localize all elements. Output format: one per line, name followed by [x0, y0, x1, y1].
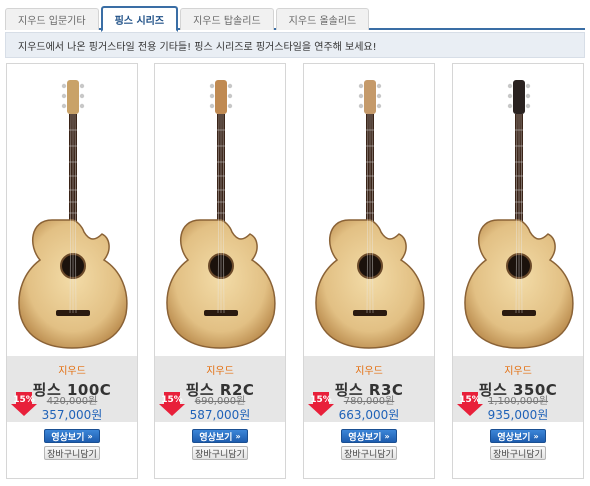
product-image-box[interactable] — [304, 64, 434, 356]
video-button[interactable]: 영상보기 » — [44, 429, 100, 443]
price-block: 780,000원 663,000원 — [304, 396, 434, 423]
original-price: 780,000원 — [343, 396, 395, 407]
product-brand: 지우드 — [504, 366, 532, 377]
product-card[interactable]: 지우드 핑스 R2C 15% 690,000원 587,000원 영상보기 » … — [154, 63, 286, 479]
product-list: 지우드 핑스 100C 15% 420,000원 357,000원 영상보기 »… — [6, 63, 584, 479]
cart-button-label: 장바구니담기 — [47, 449, 97, 460]
product-card[interactable]: 지우드 핑스 R3C 15% 780,000원 663,000원 영상보기 » … — [303, 63, 435, 479]
product-info: 지우드 핑스 100C 15% 420,000원 357,000원 — [7, 356, 137, 422]
product-brand: 지우드 — [355, 366, 383, 377]
product-image-box[interactable] — [453, 64, 583, 356]
product-card[interactable]: 지우드 핑스 350C 15% 1,100,000원 935,000원 영상보기… — [452, 63, 584, 479]
price-block: 1,100,000원 935,000원 — [453, 396, 583, 423]
add-to-cart-button[interactable]: 장바구니담기 — [490, 446, 546, 460]
original-price: 690,000원 — [194, 396, 246, 407]
product-info: 지우드 핑스 350C 15% 1,100,000원 935,000원 — [453, 356, 583, 422]
cart-button-label: 장바구니담기 — [493, 449, 543, 460]
video-button-label: 영상보기 — [497, 432, 531, 443]
sale-price: 587,000원 — [189, 408, 251, 422]
add-to-cart-button[interactable]: 장바구니담기 — [341, 446, 397, 460]
guitar-image[interactable] — [160, 70, 280, 350]
sale-price: 935,000원 — [487, 408, 549, 422]
product-info: 지우드 핑스 R2C 15% 690,000원 587,000원 — [155, 356, 285, 422]
product-image-box[interactable] — [7, 64, 137, 356]
guitar-image[interactable] — [458, 70, 578, 350]
tab-bar: 지우드 입문기타 핑스 시리즈 지우드 탑솔리드 지우드 올솔리드 — [5, 6, 585, 32]
video-button-label: 영상보기 — [348, 432, 382, 443]
double-chevron-right-icon: » — [384, 431, 390, 441]
video-button-label: 영상보기 — [51, 432, 85, 443]
cart-button-label: 장바구니담기 — [344, 449, 394, 460]
sale-price: 357,000원 — [41, 408, 103, 422]
product-actions: 영상보기 » 장바구니담기 — [453, 429, 583, 460]
price-block: 420,000원 357,000원 — [7, 396, 137, 423]
notice-text: 지우드에서 나온 핑거스타일 전용 기타들! 핑스 시리즈로 핑거스타일을 연주… — [18, 41, 377, 53]
video-button-label: 영상보기 — [199, 432, 233, 443]
product-actions: 영상보기 » 장바구니담기 — [155, 429, 285, 460]
sale-price: 663,000원 — [338, 408, 400, 422]
double-chevron-right-icon: » — [87, 431, 93, 441]
original-price: 420,000원 — [46, 396, 98, 407]
product-image-box[interactable] — [155, 64, 285, 356]
cart-button-label: 장바구니담기 — [195, 449, 245, 460]
tab-jiwood-beginner[interactable]: 지우드 입문기타 — [5, 8, 99, 30]
video-button[interactable]: 영상보기 » — [490, 429, 546, 443]
product-card[interactable]: 지우드 핑스 100C 15% 420,000원 357,000원 영상보기 »… — [6, 63, 138, 479]
product-actions: 영상보기 » 장바구니담기 — [7, 429, 137, 460]
guitar-image[interactable] — [12, 70, 132, 350]
original-price: 1,100,000원 — [487, 396, 549, 407]
price-block: 690,000원 587,000원 — [155, 396, 285, 423]
video-button[interactable]: 영상보기 » — [192, 429, 248, 443]
double-chevron-right-icon: » — [533, 431, 539, 441]
product-brand: 지우드 — [58, 366, 86, 377]
guitar-image[interactable] — [309, 70, 429, 350]
tab-jiwood-top-solid[interactable]: 지우드 탑솔리드 — [180, 8, 274, 30]
product-actions: 영상보기 » 장바구니담기 — [304, 429, 434, 460]
series-notice: 지우드에서 나온 핑거스타일 전용 기타들! 핑스 시리즈로 핑거스타일을 연주… — [5, 32, 585, 58]
tab-pings-series[interactable]: 핑스 시리즈 — [100, 6, 179, 32]
product-info: 지우드 핑스 R3C 15% 780,000원 663,000원 — [304, 356, 434, 422]
add-to-cart-button[interactable]: 장바구니담기 — [44, 446, 100, 460]
tab-jiwood-all-solid[interactable]: 지우드 올솔리드 — [275, 8, 370, 30]
product-brand: 지우드 — [206, 366, 234, 377]
video-button[interactable]: 영상보기 » — [341, 429, 397, 443]
add-to-cart-button[interactable]: 장바구니담기 — [192, 446, 248, 460]
double-chevron-right-icon: » — [235, 431, 241, 441]
